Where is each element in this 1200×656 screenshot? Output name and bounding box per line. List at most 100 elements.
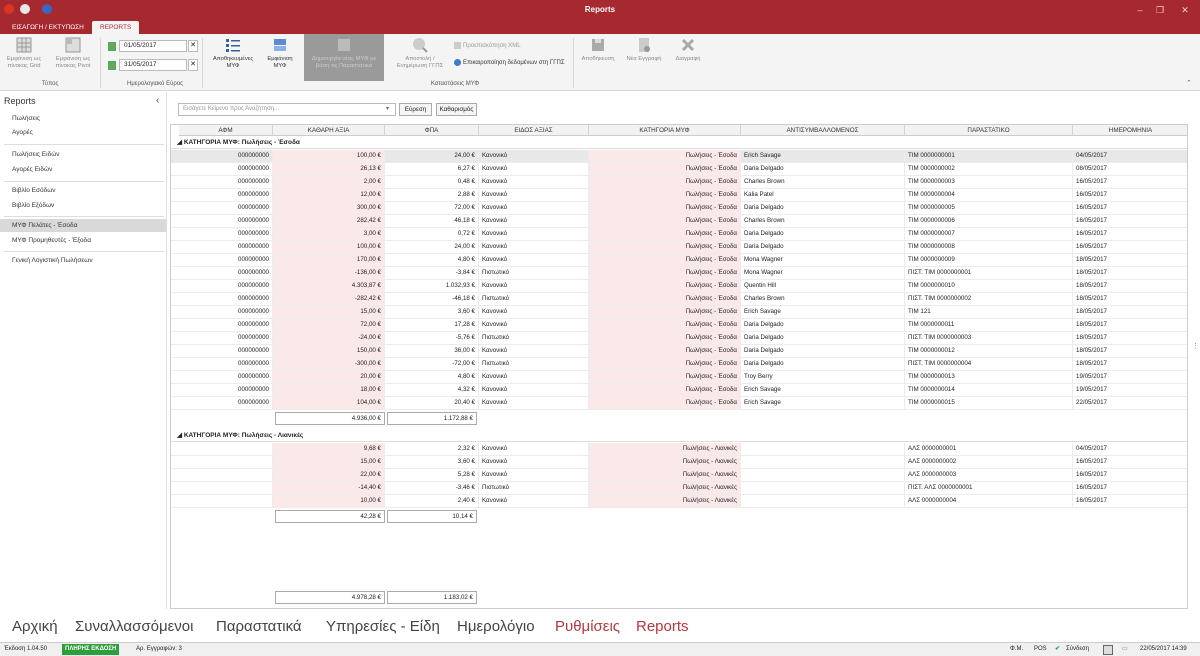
cell-net-value[interactable]: 18,00 € (273, 384, 385, 396)
pivot-view-button[interactable]: Εμφάνιση ως πίνακας Pivot (50, 36, 96, 70)
table-row[interactable]: 000000000 300,00 €72,00 € Κανονικό Πωλήσεις… (171, 202, 1187, 215)
cell-document[interactable]: ΤΙΜ 0000000012 (905, 345, 1073, 357)
grid-view-button[interactable]: Εμφάνιση ως πίνακας Grid (4, 36, 44, 70)
cell-value-type[interactable]: Κανονικό (479, 306, 589, 318)
table-row[interactable]: 000000000 100,00 €24,00 € Κανονικό Πωλήσεις… (171, 150, 1187, 163)
cell-date[interactable]: 08/05/2017 (1073, 163, 1187, 175)
nav-calendar[interactable]: Ημερολόγιο (457, 618, 535, 635)
cell-counterparty[interactable]: Daria Delgado (741, 163, 905, 175)
cell-vat[interactable]: 24,00 € (385, 150, 479, 162)
cell-document[interactable]: ΑΛΣ 0000000003 (905, 469, 1073, 481)
sidebar-item-myf-suppliers[interactable]: ΜΥΦ Προμηθευτές - Έξοδα (0, 234, 166, 247)
cell-net-value[interactable]: 282,42 € (273, 215, 385, 227)
cell-afm[interactable] (179, 482, 273, 494)
table-row[interactable]: 000000000 4.303,87 €1.032,93 € Κανονικό Πωλ… (171, 280, 1187, 293)
cell-net-value[interactable]: 72,00 € (273, 319, 385, 331)
cell-counterparty[interactable]: Charles Brown (741, 176, 905, 188)
cell-date[interactable]: 18/05/2017 (1073, 306, 1187, 318)
table-row[interactable]: 000000000 3,00 €0,72 € Κανονικό Πωλήσεις - … (171, 228, 1187, 241)
sidebar-item-sales[interactable]: Πωλήσεις (0, 112, 166, 125)
table-row[interactable]: 000000000 15,00 €3,60 € Κανονικό Πωλήσεις -… (171, 306, 1187, 319)
cell-vat[interactable]: 4,32 € (385, 384, 479, 396)
cell-counterparty[interactable]: Quentin Hill (741, 280, 905, 292)
table-row[interactable]: 000000000 26,13 €6,27 € Κανονικό Πωλήσεις -… (171, 163, 1187, 176)
cell-date[interactable]: 16/05/2017 (1073, 482, 1187, 494)
table-row[interactable]: 000000000 -24,00 € -5,76 € Πιστωτικό Πωλήσει… (171, 332, 1187, 345)
group-expand-icon[interactable]: ◢ (177, 432, 184, 439)
tab-reports[interactable]: REPORTS (92, 21, 140, 34)
cell-document[interactable]: ΑΛΣ 0000000001 (905, 443, 1073, 455)
clear-button[interactable]: Καθαρισμός (436, 103, 477, 116)
cell-afm[interactable] (179, 456, 273, 468)
cell-value-type[interactable]: Πιστωτικό (479, 482, 589, 494)
cell-myf-category[interactable]: Πωλήσεις - Λιανικές (589, 469, 741, 481)
cell-document[interactable]: ΤΙΜ 0000000009 (905, 254, 1073, 266)
date-to-clear-button[interactable]: ✕ (188, 59, 198, 71)
cell-afm[interactable]: 000000000 (179, 189, 273, 201)
table-row[interactable]: 000000000 72,00 €17,28 € Κανονικό Πωλήσεις … (171, 319, 1187, 332)
cell-afm[interactable] (179, 443, 273, 455)
cell-myf-category[interactable]: Πωλήσεις - Έσοδα (589, 397, 741, 409)
cell-document[interactable]: ΠΙΣΤ. ΤΙΜ 0000000003 (905, 332, 1073, 344)
cell-document[interactable]: ΑΛΣ 0000000004 (905, 495, 1073, 507)
cell-document[interactable]: ΤΙΜ 0000000005 (905, 202, 1073, 214)
cell-net-value[interactable]: 26,13 € (273, 163, 385, 175)
table-row[interactable]: 000000000 2,00 €0,48 € Κανονικό Πωλήσεις - … (171, 176, 1187, 189)
cell-value-type[interactable]: Κανονικό (479, 345, 589, 357)
cell-document[interactable]: ΠΙΣΤ. ΤΙΜ 0000000002 (905, 293, 1073, 305)
table-row[interactable]: 000000000 -136,00 € -3,84 € Πιστωτικό Πωλήσε… (171, 267, 1187, 280)
cell-net-value[interactable]: 9,68 € (273, 443, 385, 455)
cell-net-value[interactable]: 10,00 € (273, 495, 385, 507)
chat-icon[interactable]: ▭ (1122, 643, 1128, 656)
group-row[interactable]: ◢ ΚΑΤΗΓΟΡΙΑ ΜΥΦ: Πωλήσεις - Έσοδα (171, 137, 1187, 149)
cell-document[interactable]: ΤΙΜ 0000000007 (905, 228, 1073, 240)
cell-value-type[interactable]: Κανονικό (479, 254, 589, 266)
table-row[interactable]: 000000000 100,00 €24,00 € Κανονικό Πωλήσεις… (171, 241, 1187, 254)
cell-vat[interactable]: -72,00 € (385, 358, 479, 370)
cell-myf-category[interactable]: Πωλήσεις - Έσοδα (589, 150, 741, 162)
cell-date[interactable]: 18/05/2017 (1073, 345, 1187, 357)
cell-vat[interactable]: -3,84 € (385, 267, 479, 279)
column-header-value-type[interactable]: ΕΙΔΟΣ ΑΞΙΑΣ (479, 125, 589, 136)
cell-afm[interactable]: 000000000 (179, 150, 273, 162)
cell-net-value[interactable]: 3,00 € (273, 228, 385, 240)
cell-date[interactable]: 16/05/2017 (1073, 241, 1187, 253)
sidebar-collapse-icon[interactable]: ‹ (156, 95, 159, 106)
cell-afm[interactable]: 000000000 (179, 163, 273, 175)
group-row[interactable]: ◢ ΚΑΤΗΓΟΡΙΑ ΜΥΦ: Πωλήσεις - Λιανικές (171, 430, 1187, 442)
cell-afm[interactable]: 000000000 (179, 306, 273, 318)
new-record-button[interactable]: Νέα Εγγραφή (624, 36, 664, 63)
cell-vat[interactable]: 4,80 € (385, 371, 479, 383)
cell-net-value[interactable]: -282,42 € (273, 293, 385, 305)
cell-date[interactable]: 16/05/2017 (1073, 469, 1187, 481)
collapse-ribbon-icon[interactable]: ⌃ (1186, 79, 1192, 87)
cell-document[interactable]: ΤΙΜ 0000000004 (905, 189, 1073, 201)
cell-myf-category[interactable]: Πωλήσεις - Έσοδα (589, 176, 741, 188)
cell-counterparty[interactable] (741, 482, 905, 494)
table-row[interactable]: 000000000 282,42 €46,18 € Κανονικό Πωλήσεις… (171, 215, 1187, 228)
cell-myf-category[interactable]: Πωλήσεις - Έσοδα (589, 228, 741, 240)
column-header-counterparty[interactable]: ΑΝΤΙΣΥΜΒΑΛΛΟΜΕΝΟΣ (741, 125, 905, 136)
cell-net-value[interactable]: 15,00 € (273, 456, 385, 468)
cell-vat[interactable]: 5,28 € (385, 469, 479, 481)
cell-vat[interactable]: 17,28 € (385, 319, 479, 331)
scrollbar-grip-icon[interactable]: ⋮ (1192, 342, 1199, 350)
cell-date[interactable]: 18/05/2017 (1073, 358, 1187, 370)
cell-date[interactable]: 19/05/2017 (1073, 371, 1187, 383)
cell-counterparty[interactable]: Daria Delgado (741, 358, 905, 370)
cell-value-type[interactable]: Κανονικό (479, 189, 589, 201)
sidebar-item-purchases[interactable]: Αγορές (0, 126, 166, 139)
send-update-button[interactable]: Αποστολή / Ενημέρωση ΓΓΠΣ (388, 36, 452, 70)
nav-services-items[interactable]: Υπηρεσίες - Είδη (326, 618, 440, 635)
nav-partners[interactable]: Συναλλασσόμενοι (75, 618, 193, 635)
nav-settings[interactable]: Ρυθμίσεις (555, 618, 620, 635)
cell-document[interactable]: ΤΙΜ 0000000006 (905, 215, 1073, 227)
cell-myf-category[interactable]: Πωλήσεις - Έσοδα (589, 280, 741, 292)
cell-vat[interactable]: 72,00 € (385, 202, 479, 214)
cell-vat[interactable]: -46,18 € (385, 293, 479, 305)
cell-net-value[interactable]: 20,00 € (273, 371, 385, 383)
cell-date[interactable]: 16/05/2017 (1073, 215, 1187, 227)
table-row[interactable]: 000000000 18,00 €4,32 € Κανονικό Πωλήσεις -… (171, 384, 1187, 397)
cell-counterparty[interactable]: Daria Delgado (741, 332, 905, 344)
cell-date[interactable]: 18/05/2017 (1073, 293, 1187, 305)
